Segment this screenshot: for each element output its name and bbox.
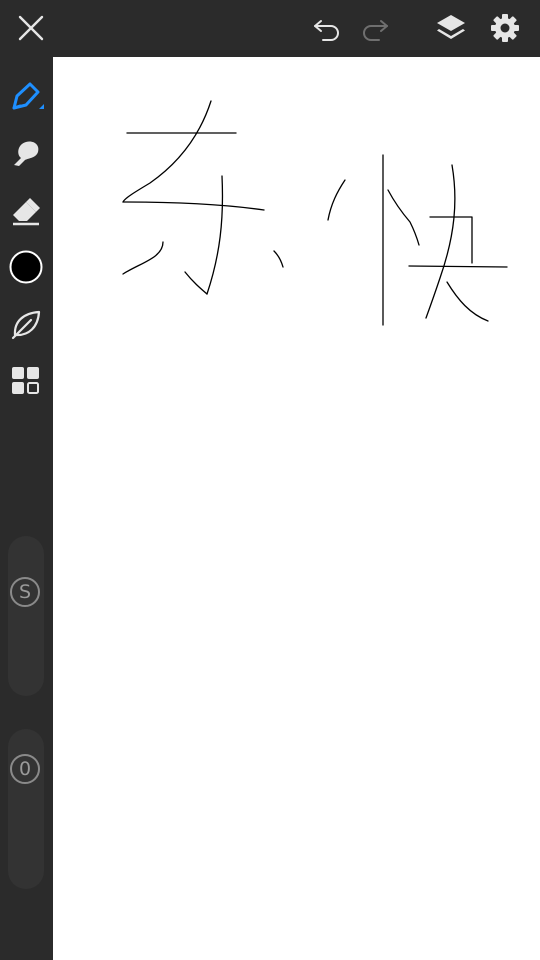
ink-stroke (273, 250, 284, 268)
top-toolbar (0, 0, 540, 56)
settings-button[interactable] (485, 8, 525, 48)
brush-size-label: S (18, 581, 32, 603)
gear-icon (491, 14, 519, 42)
tool-sidebar: S 0 (0, 56, 52, 960)
undo-button[interactable] (307, 8, 347, 48)
brush-opacity-knob[interactable]: 0 (10, 754, 40, 784)
smudge-icon (14, 141, 39, 166)
ink-stroke (446, 281, 489, 322)
ink-stroke (206, 175, 224, 295)
ink-stroke (425, 164, 456, 319)
layers-button[interactable] (431, 8, 471, 48)
eraser-tool-button[interactable] (4, 188, 48, 232)
undo-icon (314, 20, 339, 41)
ink-stroke (387, 189, 420, 246)
ink-stroke (122, 201, 265, 211)
grid-icon (12, 367, 39, 394)
drawing-canvas[interactable] (53, 57, 540, 960)
close-icon (18, 15, 44, 41)
more-tools-button[interactable] (4, 359, 48, 403)
ink-stroke (408, 265, 508, 268)
brush-opacity-slider[interactable]: 0 (8, 729, 44, 889)
pen-icon (12, 82, 44, 110)
ink-stroke (184, 271, 208, 295)
color-picker-button[interactable] (4, 245, 48, 289)
layers-icon (437, 15, 465, 39)
ink-stroke (122, 241, 164, 275)
redo-icon (363, 20, 388, 41)
eraser-icon (13, 198, 40, 226)
ink-stroke (327, 179, 346, 221)
redo-button[interactable] (355, 8, 395, 48)
brush-size-slider[interactable]: S (8, 536, 44, 696)
ink-stroke (122, 100, 212, 203)
leaf-icon (11, 310, 41, 340)
smudge-tool-button[interactable] (4, 131, 48, 175)
brush-style-button[interactable] (4, 302, 48, 346)
brush-opacity-label: 0 (18, 758, 32, 780)
brush-size-knob[interactable]: S (10, 577, 40, 607)
color-swatch-icon (9, 250, 43, 284)
close-button[interactable] (11, 8, 51, 48)
ink-strokes (122, 100, 508, 326)
pen-tool-button[interactable] (4, 74, 48, 118)
